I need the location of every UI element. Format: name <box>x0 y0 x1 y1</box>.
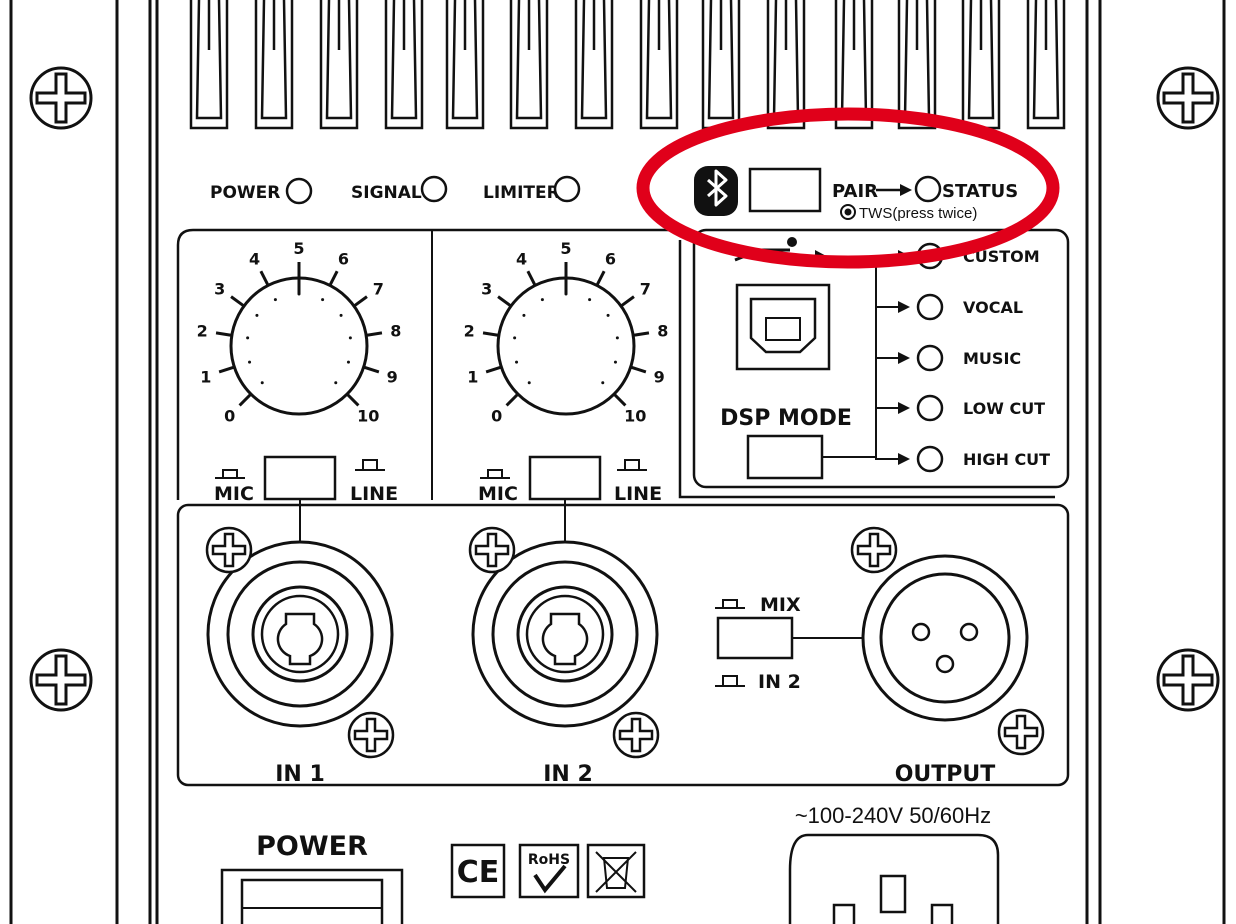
svg-text:CE: CE <box>457 855 500 890</box>
mix-label: MIX <box>760 594 801 616</box>
knob-scale-label: 2 <box>197 322 208 341</box>
power-led-label: POWER <box>210 183 280 203</box>
knob-scale-label: 6 <box>605 250 616 269</box>
weee-bin-icon <box>586 843 646 899</box>
knob-scale-label: 8 <box>390 322 401 341</box>
line-label-in1: LINE <box>350 483 398 505</box>
heatsink-fins <box>189 0 1066 130</box>
dsp-mode-row: HIGH CUT <box>876 445 1050 473</box>
tws-label: TWS(press twice) <box>859 205 977 222</box>
screw-icon <box>347 711 395 759</box>
knob-scale-label: 3 <box>481 279 492 298</box>
screw-icon <box>612 711 660 759</box>
knob-scale-label: 0 <box>491 406 502 425</box>
gain-knob-in2[interactable]: 0 1 2 3 4 5 6 7 8 9 10 <box>464 239 669 425</box>
knob-scale-label: 9 <box>654 367 665 386</box>
screw-bottom-right <box>1156 648 1220 712</box>
ce-mark-icon: CE <box>450 843 506 899</box>
mic-label-in1: MIC <box>214 483 254 505</box>
knob-scale-label: 6 <box>338 250 349 269</box>
knob-scale-label: 3 <box>214 279 225 298</box>
line-switch-icon <box>617 459 647 471</box>
mic-line-switch-in2[interactable] <box>528 455 602 548</box>
knob-scale-label: 7 <box>640 279 651 298</box>
iec-power-inlet[interactable] <box>788 833 1000 924</box>
mic-line-switch-in1[interactable] <box>263 455 337 548</box>
dsp-mode-led <box>916 445 944 473</box>
tws-indicator-icon <box>840 204 856 220</box>
dsp-mode-row: VOCAL <box>876 293 1023 321</box>
knob-scale-label: 4 <box>516 250 527 269</box>
usb-b-port[interactable] <box>735 283 831 371</box>
output-label: OUTPUT <box>895 762 996 787</box>
dsp-mode-row: LOW CUT <box>876 394 1045 422</box>
status-led <box>914 175 942 203</box>
knob-scale-label: 10 <box>624 406 646 425</box>
knob-scale-label: 5 <box>293 239 304 258</box>
power-switch[interactable] <box>220 868 404 924</box>
dsp-mode-label: MUSIC <box>963 349 1021 368</box>
line-label-in2: LINE <box>614 483 662 505</box>
limiter-led-label: LIMITER <box>483 183 560 203</box>
screw-icon <box>850 526 898 574</box>
signal-led-label: SIGNAL <box>351 183 422 203</box>
knob-scale-label: 1 <box>200 367 211 386</box>
knob-scale-label: 5 <box>560 239 571 258</box>
dsp-mode-led <box>916 293 944 321</box>
dsp-mode-label: HIGH CUT <box>963 450 1050 469</box>
dsp-mode-led <box>916 394 944 422</box>
screw-icon <box>205 526 253 574</box>
line-switch-icon <box>355 459 385 471</box>
mix-in2-switch[interactable] <box>716 616 862 660</box>
power-led <box>285 177 313 205</box>
knob-scale-label: 1 <box>467 367 478 386</box>
bluetooth-icon <box>694 166 738 216</box>
knob-scale-label: 4 <box>249 250 260 269</box>
dsp-mode-label: DSP MODE <box>720 406 852 431</box>
dsp-mode-row: MUSIC <box>876 344 1021 372</box>
mic-switch-icon <box>215 469 245 479</box>
in2-label: IN 2 <box>543 762 593 787</box>
knob-scale-label: 7 <box>373 279 384 298</box>
dsp-mode-label: VOCAL <box>963 298 1023 317</box>
knob-scale-label: 2 <box>464 322 475 341</box>
screw-icon <box>997 708 1045 756</box>
screw-top-right <box>1156 66 1220 130</box>
screw-bottom-left <box>29 648 93 712</box>
in1-label: IN 1 <box>275 762 325 787</box>
mic-label-in2: MIC <box>478 483 518 505</box>
knob-scale-label: 8 <box>657 322 668 341</box>
knob-scale-label: 0 <box>224 406 235 425</box>
limiter-led <box>553 175 581 203</box>
rohs-mark-icon: RoHS <box>518 843 580 899</box>
screw-top-left <box>29 66 93 130</box>
dsp-mode-led <box>916 344 944 372</box>
dsp-mode-label: LOW CUT <box>963 399 1045 418</box>
dsp-mode-button[interactable] <box>746 434 876 480</box>
screw-icon <box>468 526 516 574</box>
power-switch-label: POWER <box>256 831 368 862</box>
in2-switch-label: IN 2 <box>758 671 801 693</box>
status-label: STATUS <box>942 181 1018 202</box>
pair-label: PAIR <box>832 181 878 202</box>
gain-knob-in1[interactable]: 0 1 2 3 4 5 6 7 8 9 10 <box>197 239 402 425</box>
in2-switch-icon <box>715 675 745 687</box>
arrow-right-icon <box>876 184 912 196</box>
voltage-label: ~100-240V 50/60Hz <box>795 803 991 828</box>
amplifier-rear-panel: POWER SIGNAL LIMITER 0 1 2 3 4 5 6 7 8 9 10 0 1 2 3 4 5… <box>9 0 1226 924</box>
mic-switch-icon <box>480 469 510 479</box>
pair-button[interactable] <box>748 167 822 213</box>
signal-led <box>420 175 448 203</box>
knob-scale-label: 10 <box>357 406 379 425</box>
xlr-output-jack[interactable] <box>861 554 1029 722</box>
knob-scale-label: 9 <box>387 367 398 386</box>
mix-switch-icon <box>715 599 745 609</box>
